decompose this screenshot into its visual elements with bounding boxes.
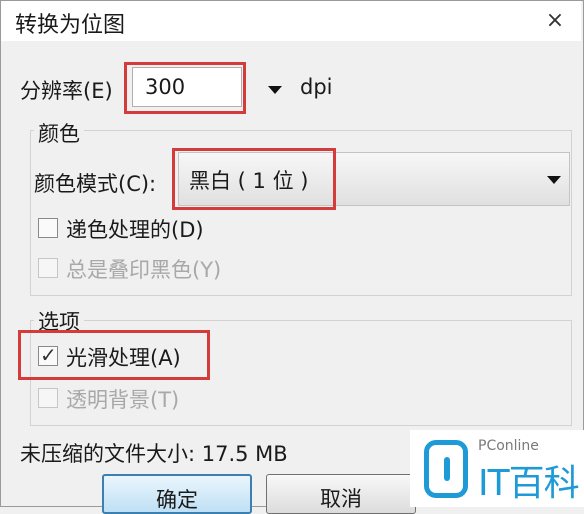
transparent-background-checkbox xyxy=(38,388,58,408)
ok-button[interactable]: 确定 xyxy=(102,474,252,514)
overprint-black-checkbox xyxy=(38,258,58,278)
resolution-unit: dpi xyxy=(300,75,333,99)
pconline-watermark: PConline IT百科 xyxy=(410,430,584,507)
title-bar: 转换为位图 × xyxy=(1,1,581,41)
color-group-title: 颜色 xyxy=(34,118,84,148)
chevron-down-icon xyxy=(547,176,561,184)
overprint-black-label: 总是叠印黑色(Y) xyxy=(66,258,222,282)
pconline-logo-icon xyxy=(424,440,468,498)
resolution-highlight-box xyxy=(124,62,246,114)
dither-label[interactable]: 递色处理的(D) xyxy=(66,214,204,244)
color-mode-label: 颜色模式(C): xyxy=(34,172,157,196)
cancel-button[interactable]: 取消 xyxy=(266,474,416,514)
resolution-dropdown-button[interactable] xyxy=(262,77,288,103)
dither-checkbox[interactable] xyxy=(38,218,58,238)
watermark-title: IT百科 xyxy=(478,463,580,504)
smoothing-highlight-box xyxy=(18,330,210,380)
cancel-button-label: 取消 xyxy=(320,487,362,511)
color-mode-highlight-box xyxy=(172,148,336,210)
dialog-title: 转换为位图 xyxy=(15,13,126,38)
ok-button-label: 确定 xyxy=(156,488,198,512)
uncompressed-size-info: 未压缩的文件大小: 17.5 MB xyxy=(20,442,288,466)
close-icon[interactable]: × xyxy=(541,7,569,35)
resolution-label: 分辨率(E) xyxy=(20,79,113,103)
chevron-down-icon xyxy=(268,86,282,94)
watermark-site: PConline xyxy=(478,438,539,454)
transparent-background-label: 透明背景(T) xyxy=(66,388,180,412)
